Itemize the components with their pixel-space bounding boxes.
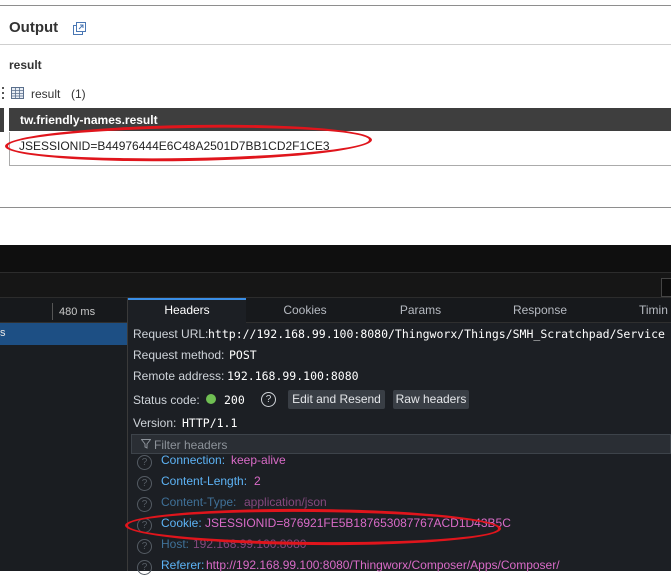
result-section-label: result bbox=[9, 58, 42, 72]
header-value-content-length: 2 bbox=[254, 474, 261, 488]
tab-response[interactable]: Response bbox=[477, 298, 603, 323]
raw-headers-button[interactable]: Raw headers bbox=[393, 390, 469, 409]
version-label: Version: bbox=[133, 416, 177, 430]
tab-headers[interactable]: Headers bbox=[128, 298, 246, 323]
help-icon[interactable]: ? bbox=[137, 560, 152, 575]
status-code-label: Status code: bbox=[133, 393, 200, 407]
drag-grip-icon[interactable] bbox=[1, 86, 6, 102]
devtools-search-input[interactable] bbox=[661, 278, 671, 297]
help-icon[interactable]: ? bbox=[137, 539, 152, 554]
header-name-content-length: Content-Length: bbox=[161, 474, 248, 488]
waterfall-divider bbox=[52, 303, 53, 320]
edit-and-resend-button[interactable]: Edit and Resend bbox=[288, 390, 385, 409]
devtools-subtoolbar bbox=[0, 273, 671, 298]
remote-address-value: 192.168.99.100:8080 bbox=[227, 369, 359, 383]
filter-placeholder: Filter headers bbox=[154, 438, 228, 452]
header-name-content-type: Content-Type: bbox=[161, 495, 237, 509]
waterfall-tick-label: 480 ms bbox=[59, 306, 96, 318]
panel-top-border bbox=[0, 5, 671, 6]
selected-request-row[interactable] bbox=[0, 323, 127, 345]
grid-row-marker bbox=[0, 108, 4, 132]
status-code-value: 200 bbox=[224, 393, 245, 407]
panel-bottom-border bbox=[0, 207, 671, 208]
help-icon[interactable]: ? bbox=[137, 497, 152, 512]
tree-node-result[interactable]: result bbox=[31, 87, 60, 101]
output-title: Output bbox=[9, 19, 59, 36]
grid-column-header-label: tw.friendly-names.result bbox=[20, 113, 158, 127]
tree-node-count: (1) bbox=[71, 87, 86, 101]
devtools-toolbar bbox=[0, 245, 671, 273]
header-value-content-type: application/json bbox=[244, 495, 327, 509]
tab-timings[interactable]: Timin bbox=[603, 298, 671, 323]
header-value-referer: http://192.168.99.100:8080/Thingworx/Com… bbox=[206, 558, 560, 572]
filter-icon bbox=[141, 439, 151, 449]
header-name-referer: Referer: bbox=[161, 558, 205, 572]
selected-request-text: s bbox=[0, 327, 6, 339]
help-icon[interactable]: ? bbox=[261, 392, 276, 407]
request-url-label: Request URL: bbox=[133, 327, 209, 341]
request-method-value: POST bbox=[229, 348, 257, 362]
help-icon[interactable]: ? bbox=[137, 455, 152, 470]
header-value-connection: keep-alive bbox=[231, 453, 286, 467]
help-icon[interactable]: ? bbox=[137, 476, 152, 491]
divider bbox=[0, 44, 671, 45]
header-name-connection: Connection: bbox=[161, 453, 226, 467]
table-icon bbox=[11, 87, 24, 99]
status-ok-icon bbox=[206, 394, 216, 404]
tab-cookies[interactable]: Cookies bbox=[246, 298, 364, 323]
request-url-value: http://192.168.99.100:8080/Thingworx/Thi… bbox=[208, 327, 665, 341]
version-value: HTTP/1.1 bbox=[182, 416, 238, 430]
remote-address-label: Remote address: bbox=[133, 369, 225, 383]
popout-icon[interactable] bbox=[73, 22, 86, 35]
tab-params[interactable]: Params bbox=[364, 298, 477, 323]
request-method-label: Request method: bbox=[133, 348, 225, 362]
